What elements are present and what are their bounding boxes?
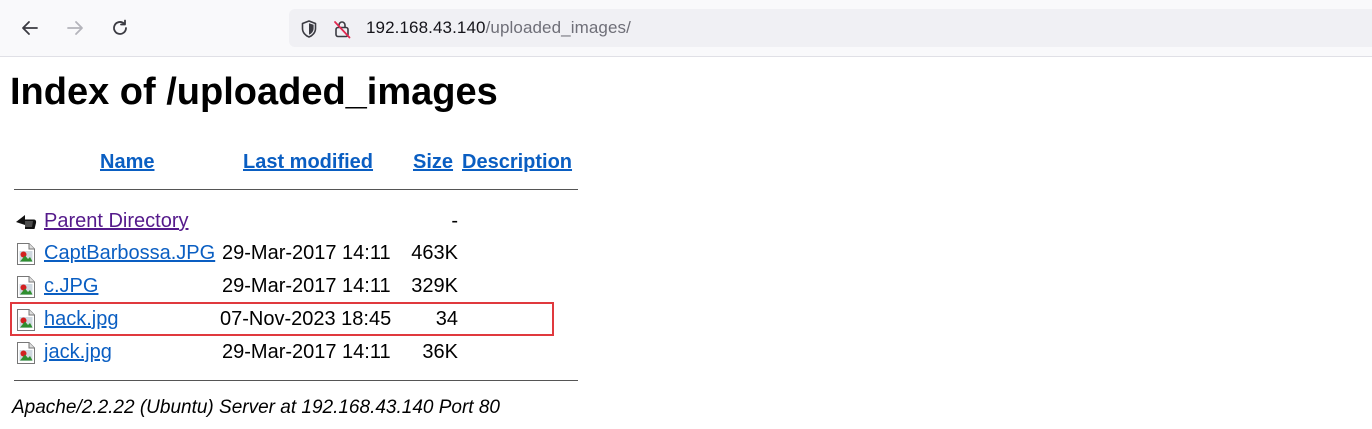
address-bar[interactable]: 192.168.43.140/uploaded_images/ (289, 9, 1372, 47)
browser-toolbar: 192.168.43.140/uploaded_images/ (0, 0, 1372, 57)
image-file-icon (17, 243, 35, 265)
forward-arrow-icon (67, 21, 83, 35)
file-size: 36K (422, 341, 458, 363)
sort-by-description-link[interactable]: Description (462, 150, 572, 174)
image-file-icon (17, 276, 35, 298)
header-divider (14, 189, 578, 190)
image-file-icon (17, 342, 35, 364)
reload-icon (113, 19, 127, 35)
file-size: 463K (411, 242, 458, 264)
file-link[interactable]: CaptBarbossa.JPG (44, 241, 215, 265)
footer-divider (14, 380, 578, 381)
sort-by-size-link[interactable]: Size (413, 150, 453, 174)
sort-by-last-modified-link[interactable]: Last modified (243, 150, 373, 174)
url-text[interactable]: 192.168.43.140/uploaded_images/ (366, 18, 631, 38)
parent-directory-link[interactable]: Parent Directory (44, 209, 189, 233)
sort-by-name-link[interactable]: Name (100, 150, 154, 174)
file-row: CaptBarbossa.JPG 29-Mar-2017 14:11 463K (0, 238, 600, 268)
file-link[interactable]: jack.jpg (44, 340, 112, 364)
file-size: 329K (411, 275, 458, 297)
back-arrow-icon (22, 21, 38, 35)
parent-directory-row: Parent Directory - (0, 206, 600, 236)
file-row: c.JPG 29-Mar-2017 14:11 329K (0, 271, 600, 301)
server-signature: Apache/2.2.22 (Ubuntu) Server at 192.168… (12, 397, 500, 418)
url-path: /uploaded_images/ (485, 18, 631, 37)
back-folder-icon (16, 215, 37, 229)
back-button[interactable] (16, 14, 44, 42)
url-host: 192.168.43.140 (366, 18, 486, 37)
parent-size: - (451, 210, 458, 232)
reload-button[interactable] (106, 14, 134, 42)
file-modified: 29-Mar-2017 14:11 (222, 275, 391, 297)
page-title: Index of /uploaded_images (10, 71, 498, 113)
file-modified: 29-Mar-2017 14:11 (222, 341, 391, 363)
file-modified: 29-Mar-2017 14:11 (222, 242, 391, 264)
shield-icon[interactable] (299, 19, 319, 39)
forward-button[interactable] (61, 14, 89, 42)
highlight-box (10, 302, 554, 336)
insecure-lock-icon[interactable] (332, 19, 352, 39)
file-row: jack.jpg 29-Mar-2017 14:11 36K (0, 337, 600, 367)
file-link[interactable]: c.JPG (44, 274, 98, 298)
